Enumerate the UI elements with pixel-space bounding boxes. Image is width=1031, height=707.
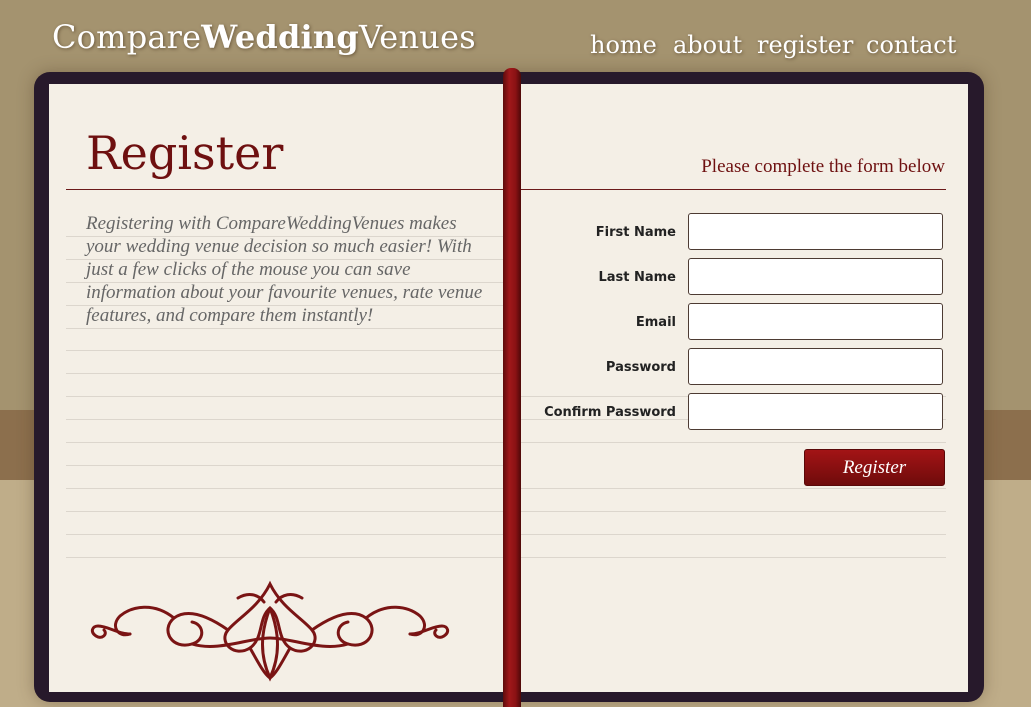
page-rule [66, 373, 506, 374]
page-rule [66, 350, 506, 351]
book-spine-ribbon [503, 68, 521, 707]
form-subtitle: Please complete the form below [701, 156, 945, 177]
logo-part-wedding: Wedding [201, 18, 359, 56]
flourish-ornament-icon [90, 580, 450, 682]
page-title: Register [86, 126, 284, 180]
nav-home[interactable]: home [590, 31, 657, 59]
password-label: Password [605, 360, 676, 375]
nav-about[interactable]: about [673, 31, 742, 59]
first-name-field[interactable] [688, 213, 943, 250]
confirm-password-label: Confirm Password [544, 405, 676, 420]
logo-part-compare: Compare [52, 18, 202, 56]
email-label: Email [635, 315, 676, 330]
page-rule [66, 328, 506, 329]
email-field[interactable] [688, 303, 943, 340]
last-name-field[interactable] [688, 258, 943, 295]
first-name-label: First Name [595, 225, 676, 240]
site-logo[interactable]: CompareWeddingVenues [52, 18, 476, 56]
nav-register[interactable]: register [757, 31, 853, 59]
intro-text: Registering with CompareWeddingVenues ma… [86, 213, 483, 326]
register-button[interactable]: Register [804, 449, 945, 486]
page-rule [66, 465, 506, 466]
confirm-password-field[interactable] [688, 393, 943, 430]
logo-part-venues: Venues [358, 18, 476, 56]
password-field[interactable] [688, 348, 943, 385]
last-name-label: Last Name [598, 270, 676, 285]
nav-contact[interactable]: contact [866, 31, 956, 59]
